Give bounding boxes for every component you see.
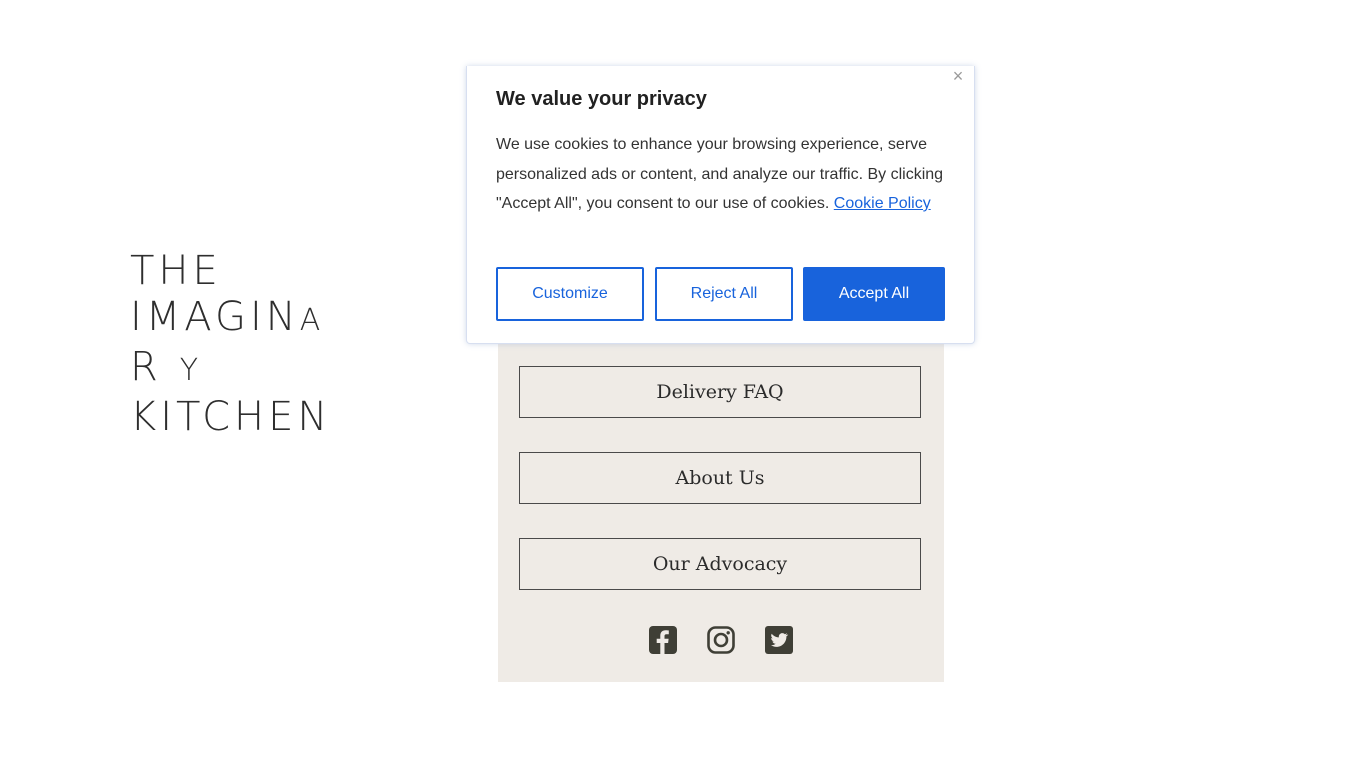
cookie-consent-banner: × We value your privacy We use cookies t…	[466, 66, 975, 344]
cookie-banner-title: We value your privacy	[496, 88, 707, 110]
cookie-policy-link[interactable]: Cookie Policy	[834, 195, 931, 212]
page: THE IMAGINA RY KITCHEN Delivery FAQ Abou…	[0, 0, 1366, 768]
logo-line-1: THE	[130, 248, 222, 294]
logo-line-4: KITCHEN	[130, 394, 332, 440]
facebook-icon[interactable]	[648, 625, 678, 655]
logo-line-2: IMAGINA	[130, 294, 325, 340]
twitter-icon[interactable]	[764, 625, 794, 655]
cookie-banner-description: We use cookies to enhance your browsing …	[496, 130, 946, 219]
brand-logo[interactable]: THE IMAGINA RY KITCHEN	[130, 248, 360, 440]
close-icon[interactable]: ×	[948, 66, 968, 86]
customize-button[interactable]: Customize	[496, 267, 644, 321]
about-us-button[interactable]: About Us	[519, 452, 921, 504]
our-advocacy-button[interactable]: Our Advocacy	[519, 538, 921, 590]
footer-link-panel: Delivery FAQ About Us Our Advocacy	[498, 300, 944, 682]
instagram-icon[interactable]	[706, 625, 736, 655]
logo-line-3: RY	[130, 344, 203, 390]
accept-all-button[interactable]: Accept All	[803, 267, 945, 321]
delivery-faq-button[interactable]: Delivery FAQ	[519, 366, 921, 418]
social-links	[498, 625, 944, 655]
reject-all-button[interactable]: Reject All	[655, 267, 793, 321]
